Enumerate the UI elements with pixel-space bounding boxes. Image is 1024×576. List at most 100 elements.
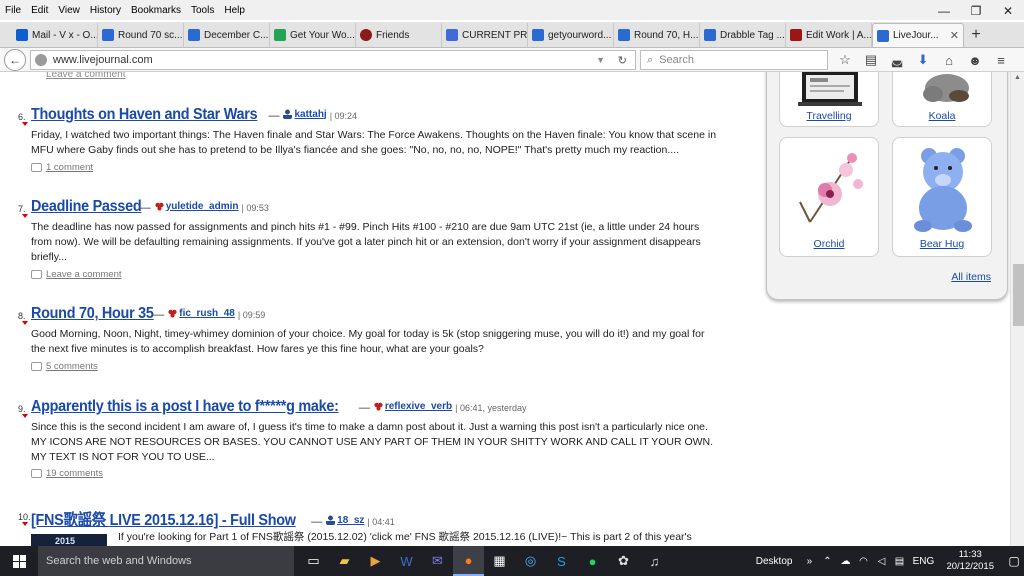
onedrive-icon[interactable]: ☁ [838, 556, 852, 567]
tray-up-icon[interactable]: ⌃ [820, 556, 834, 567]
close-window-button[interactable]: ✕ [992, 0, 1024, 22]
gift-label[interactable]: Koala [893, 110, 991, 122]
gift-label[interactable]: Bear Hug [893, 238, 991, 250]
gift-label[interactable]: Travelling [780, 110, 878, 122]
dropdown-arrow-icon[interactable]: ▼ [596, 55, 605, 65]
post-title[interactable]: [FNS歌謡祭 LIVE 2015.12.16] - Full Show [31, 506, 296, 530]
tab-mail[interactable]: Mail - V x - O... [12, 23, 98, 47]
back-button[interactable]: ← [4, 49, 26, 71]
comments-count[interactable]: 1 comment [46, 162, 93, 173]
word-icon[interactable]: W [391, 546, 422, 576]
mail-app-icon[interactable]: ✉ [422, 546, 453, 576]
gift-card-bear-hug[interactable]: Bear Hug [892, 137, 992, 257]
app-icon[interactable]: ✿ [608, 546, 639, 576]
scroll-thumb[interactable] [1013, 264, 1024, 326]
post-author[interactable]: fic_rush_48 [168, 308, 235, 319]
gift-card-orchid[interactable]: Orchid [779, 137, 879, 257]
windows-logo-icon [12, 554, 26, 568]
taskbar-search[interactable]: Search the web and Windows [38, 546, 294, 576]
url-bar[interactable]: www.livejournal.com ▼ ↻ [30, 50, 636, 70]
menu-icon[interactable]: ≡ [988, 53, 1014, 68]
tab-get-your-words[interactable]: Get Your Wo... [270, 23, 356, 47]
clock[interactable]: 11:33 20/12/2015 [946, 549, 994, 573]
tab-drabble-tag[interactable]: Drabble Tag ... [700, 23, 786, 47]
spotify-icon[interactable]: ● [577, 546, 608, 576]
vertical-scrollbar[interactable]: ▲ [1010, 72, 1024, 546]
comments-count[interactable]: 19 comments [46, 468, 103, 479]
notifications-icon[interactable]: ▢ [1004, 554, 1024, 568]
post-title[interactable]: Round 70, Hour 35 [31, 305, 154, 323]
bookmark-star-icon[interactable]: ☆ [832, 52, 858, 68]
menu-edit[interactable]: Edit [26, 5, 53, 16]
livejournal-icon [188, 29, 200, 41]
close-tab-icon[interactable]: ✕ [950, 29, 959, 42]
menu-help[interactable]: Help [219, 5, 250, 16]
tab-label: CURRENT PR... [462, 29, 528, 41]
post-author[interactable]: yuletide_admin [154, 201, 239, 212]
file-explorer-icon[interactable]: ▰ [329, 546, 360, 576]
gift-card-koala[interactable]: Koala [892, 72, 992, 127]
search-bar[interactable]: ⌕ Search [640, 50, 828, 70]
tab-round70-sc[interactable]: Round 70 sc... [98, 23, 184, 47]
chevron-icon[interactable]: » [802, 556, 816, 567]
menu-tools[interactable]: Tools [186, 5, 219, 16]
home-icon[interactable]: ⌂ [936, 53, 962, 68]
scroll-up-icon[interactable]: ▲ [1014, 74, 1021, 81]
media-player-icon[interactable]: ▶ [360, 546, 391, 576]
livejournal-icon [618, 29, 630, 41]
tab-livejournal-active[interactable]: LiveJour... ✕ [872, 23, 964, 47]
expand-arrow-icon[interactable] [22, 321, 28, 325]
expand-arrow-icon[interactable] [22, 214, 28, 218]
comments-count[interactable]: Leave a comment [46, 269, 122, 280]
menu-history[interactable]: History [85, 5, 126, 16]
volume-icon[interactable]: ◁ [874, 556, 888, 567]
browser-icon[interactable]: ◎ [515, 546, 546, 576]
firefox-icon[interactable]: ● [453, 546, 484, 576]
pocket-icon[interactable]: ◛ [884, 52, 910, 68]
download-icon[interactable]: ⬇ [910, 52, 936, 68]
reload-icon[interactable]: ↻ [618, 54, 627, 67]
comments-link[interactable]: Leave a comment [31, 269, 122, 280]
tab-friends[interactable]: Friends [356, 23, 442, 47]
keyboard-icon[interactable]: ▤ [892, 556, 906, 567]
language-indicator[interactable]: ENG [910, 556, 936, 567]
tab-december[interactable]: December C... [184, 23, 270, 47]
tab-getyourwords[interactable]: getyourword... [528, 23, 614, 47]
expand-arrow-icon[interactable] [22, 122, 28, 126]
itunes-icon[interactable]: ♫ [639, 546, 670, 576]
all-items-link[interactable]: All items [951, 271, 991, 283]
menu-file[interactable]: File [0, 5, 26, 16]
chat-icon[interactable]: ☻ [962, 53, 988, 68]
gift-card-travelling[interactable]: Travelling [779, 72, 879, 127]
leave-comment-link[interactable]: Leave a comment [46, 72, 126, 80]
skype-icon[interactable]: S [546, 546, 577, 576]
reading-list-icon[interactable]: ▤ [858, 52, 884, 68]
calculator-icon[interactable]: ▦ [484, 546, 515, 576]
desktop-label[interactable]: Desktop [756, 556, 793, 567]
post-title[interactable]: Thoughts on Haven and Star Wars [31, 106, 258, 124]
post-title[interactable]: Apparently this is a post I have to f***… [31, 398, 339, 416]
expand-arrow-icon[interactable] [22, 414, 28, 418]
expand-arrow-icon[interactable] [22, 522, 28, 526]
task-view-icon[interactable]: ▭ [298, 546, 329, 576]
restore-button[interactable]: ❐ [960, 0, 992, 22]
start-button[interactable] [0, 546, 38, 576]
comments-link[interactable]: 5 comments [31, 361, 98, 372]
post-title[interactable]: Deadline Passed [31, 198, 142, 216]
post-thumbnail[interactable]: 2015 [31, 534, 107, 546]
menu-bookmarks[interactable]: Bookmarks [126, 5, 186, 16]
new-tab-button[interactable]: + [964, 23, 988, 47]
wifi-icon[interactable]: ◠ [856, 556, 870, 567]
tab-round70-h[interactable]: Round 70, H... [614, 23, 700, 47]
post-author[interactable]: kattahj [283, 109, 327, 120]
gift-label[interactable]: Orchid [780, 238, 878, 250]
tab-current-pr[interactable]: CURRENT PR... [442, 23, 528, 47]
post-author[interactable]: reflexive_verb [373, 401, 452, 412]
comments-count[interactable]: 5 comments [46, 361, 98, 372]
tab-edit-work[interactable]: Edit Work | A... [786, 23, 872, 47]
menu-view[interactable]: View [53, 5, 85, 16]
comments-link[interactable]: 19 comments [31, 468, 103, 479]
comments-link[interactable]: 1 comment [31, 162, 93, 173]
minimize-button[interactable]: — [928, 0, 960, 22]
post-author[interactable]: 18_sz [326, 515, 364, 526]
